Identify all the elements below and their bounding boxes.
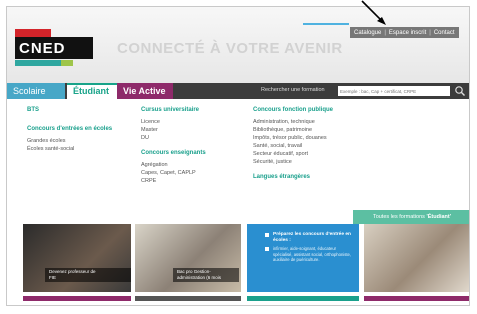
menu-heading-langues[interactable]: Langues étrangères [253, 174, 333, 180]
search-icon[interactable] [454, 85, 466, 97]
menu-heading-concours-enseignants[interactable]: Concours enseignants [141, 150, 206, 156]
menu-item[interactable]: Sécurité, justice [253, 158, 333, 166]
main-nav: Scolaire Étudiant Vie Active Rechercher … [7, 83, 469, 99]
menu-heading-concours-ecoles[interactable]: Concours d'entrées en écoles [27, 126, 112, 132]
top-accent-bar [303, 23, 349, 25]
color-bar [364, 296, 469, 301]
tab-etudiant[interactable]: Étudiant [67, 83, 117, 99]
tile-caption: Devenez professeur de FIE [45, 268, 131, 282]
menu-item[interactable]: Impôts, trésor public, douanes [253, 134, 333, 142]
color-bar [23, 296, 131, 301]
tile-text: infirmier, aide-soignant, éducateur spéc… [273, 246, 351, 262]
link-catalogue[interactable]: Catalogue [354, 30, 381, 36]
color-bar [135, 296, 241, 301]
menu-item[interactable]: Capes, Capet, CAPLP [141, 169, 206, 177]
cta-bold-text: 'Étudiant' [426, 214, 452, 220]
site-tagline: CONNECTÉ À VOTRE AVENIR [117, 40, 343, 57]
link-separator: | [429, 29, 431, 36]
menu-item[interactable]: CRPE [141, 177, 206, 185]
menu-column-1: BTS Concours d'entrées en écoles Grandes… [27, 107, 112, 153]
color-bar [247, 296, 359, 301]
link-contact[interactable]: Contact [434, 30, 455, 36]
search-input[interactable] [338, 86, 450, 96]
bullet-icon [265, 233, 269, 237]
page-frame: CNED CONNECTÉ À VOTRE AVENIR Catalogue |… [6, 6, 470, 306]
tile-caption-line: administration (6 mois [177, 275, 222, 280]
logo-teal-stripe [15, 60, 61, 66]
promo-tiles: Devenez professeur de FIE Bac pro Gestio… [7, 224, 469, 292]
link-separator: | [384, 29, 386, 36]
menu-item[interactable]: Santé, social, travail [253, 142, 333, 150]
menu-column-3: Concours fonction publique Administratio… [253, 107, 333, 185]
logo-text[interactable]: CNED [19, 40, 66, 57]
tile-title: Préparez les concours d'entrée en écoles… [273, 232, 351, 243]
tile-caption-line: FIE [49, 275, 57, 280]
menu-item[interactable]: Bibliothèque, patrimoine [253, 126, 333, 134]
menu-heading-bts[interactable]: BTS [27, 107, 112, 113]
annotation-arrow-icon [361, 0, 386, 25]
promo-tile-photo[interactable] [364, 224, 469, 292]
tab-scolaire[interactable]: Scolaire [7, 83, 65, 99]
menu-item[interactable]: Agrégation [141, 161, 206, 169]
logo-lime-stripe [61, 60, 73, 66]
menu-item[interactable]: Master [141, 126, 206, 134]
menu-item[interactable]: Administration, technique [253, 118, 333, 126]
menu-item[interactable]: Écoles santé-social [27, 145, 112, 153]
menu-item[interactable]: Grandes écoles [27, 137, 112, 145]
search-label: Rechercher une formation [261, 87, 325, 93]
promo-tile-professeur[interactable]: Devenez professeur de FIE [23, 224, 131, 292]
bottom-color-strip [7, 296, 469, 305]
cta-text: Toutes les formations [372, 214, 427, 220]
tab-vie-active[interactable]: Vie Active [117, 83, 173, 99]
menu-heading-fonction-publique[interactable]: Concours fonction publique [253, 107, 333, 113]
promo-tile-bac-pro[interactable]: Bac pro Gestion- administration (6 mois [135, 224, 241, 292]
site-header: CNED CONNECTÉ À VOTRE AVENIR Catalogue |… [7, 7, 469, 83]
tile-caption: Bac pro Gestion- administration (6 mois [173, 268, 239, 282]
menu-column-2: Cursus universitaire Licence Master DU C… [141, 107, 206, 185]
logo-red-stripe [15, 29, 51, 37]
menu-item[interactable]: DU [141, 134, 206, 142]
promo-tile-concours[interactable]: Préparez les concours d'entrée en écoles… [247, 224, 359, 292]
etudiant-dropdown-menu: BTS Concours d'entrées en écoles Grandes… [7, 99, 469, 217]
menu-heading-cursus[interactable]: Cursus universitaire [141, 107, 206, 113]
link-espace-inscrit[interactable]: Espace inscrit [389, 30, 426, 36]
menu-item[interactable]: Secteur éducatif, sport [253, 150, 333, 158]
menu-item[interactable]: Licence [141, 118, 206, 126]
top-links: Catalogue | Espace inscrit | Contact [350, 27, 459, 38]
bullet-icon [265, 247, 269, 251]
all-etudiant-formations-button[interactable]: Toutes les formations 'Étudiant' [353, 210, 469, 224]
